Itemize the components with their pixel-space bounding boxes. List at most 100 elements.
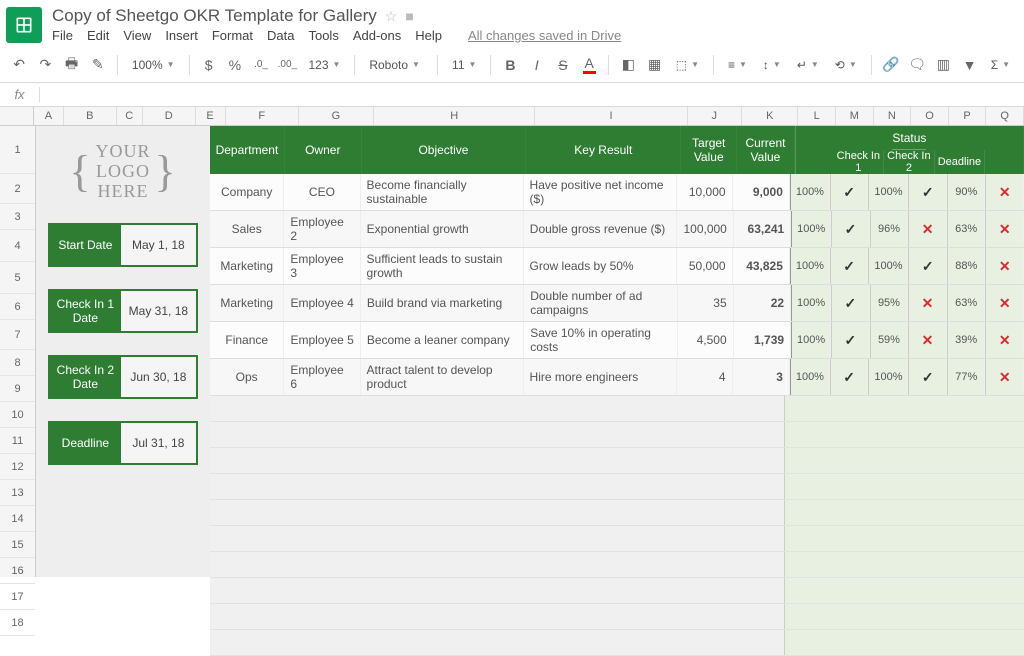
cell-current[interactable]: 3 bbox=[733, 359, 790, 395]
menu-data[interactable]: Data bbox=[267, 28, 294, 43]
cell-target[interactable]: 50,000 bbox=[677, 248, 732, 284]
redo-icon[interactable]: ↷ bbox=[34, 53, 56, 77]
col-header[interactable]: A bbox=[34, 107, 64, 125]
fill-color-icon[interactable]: ◧ bbox=[617, 53, 639, 77]
cell-current[interactable]: 22 bbox=[734, 285, 791, 321]
cell-deadline-pct[interactable]: 63% bbox=[947, 211, 986, 247]
cell-current[interactable]: 63,241 bbox=[734, 211, 791, 247]
v-align-combo[interactable]: ↕▼ bbox=[757, 58, 787, 72]
cell-deadline-pct[interactable]: 88% bbox=[947, 248, 986, 284]
bold-icon[interactable]: B bbox=[499, 53, 521, 77]
row-header[interactable]: 7 bbox=[0, 320, 35, 350]
empty-row[interactable] bbox=[210, 474, 1024, 500]
menu-file[interactable]: File bbox=[52, 28, 73, 43]
table-row[interactable]: SalesEmployee 2Exponential growthDouble … bbox=[210, 211, 1024, 248]
cell-check1-pct[interactable]: 100% bbox=[791, 211, 831, 247]
row-header[interactable]: 9 bbox=[0, 376, 35, 402]
menu-help[interactable]: Help bbox=[415, 28, 442, 43]
col-header[interactable]: C bbox=[117, 107, 143, 125]
cell-check2-status[interactable]: ✕ bbox=[908, 285, 947, 321]
row-header[interactable]: 17 bbox=[0, 584, 35, 610]
date-card-value[interactable]: Jul 31, 18 bbox=[121, 423, 196, 463]
cell-objective[interactable]: Become a leaner company bbox=[361, 322, 524, 358]
row-header[interactable]: 8 bbox=[0, 350, 35, 376]
row-header[interactable]: 13 bbox=[0, 480, 35, 506]
currency-icon[interactable]: $ bbox=[197, 53, 219, 77]
dec-increase-icon[interactable]: .00_ bbox=[276, 53, 298, 77]
cell-check2-status[interactable]: ✓ bbox=[908, 248, 947, 284]
cell-deadline-pct[interactable]: 39% bbox=[947, 322, 986, 358]
col-header[interactable]: O bbox=[911, 107, 949, 125]
col-header[interactable]: B bbox=[64, 107, 117, 125]
row-header[interactable]: 14 bbox=[0, 506, 35, 532]
cell-check1-pct[interactable]: 100% bbox=[791, 322, 831, 358]
cell-check1-status[interactable]: ✓ bbox=[830, 359, 869, 395]
cell-check2-status[interactable]: ✕ bbox=[908, 211, 947, 247]
menu-view[interactable]: View bbox=[123, 28, 151, 43]
sheets-app-icon[interactable] bbox=[6, 7, 42, 43]
cell-deadline-status[interactable]: ✕ bbox=[985, 359, 1024, 395]
cell-objective[interactable]: Sufficient leads to sustain growth bbox=[361, 248, 524, 284]
cell-current[interactable]: 9,000 bbox=[733, 174, 790, 210]
col-header[interactable]: P bbox=[949, 107, 987, 125]
col-header[interactable]: I bbox=[535, 107, 687, 125]
cell-key-result[interactable]: Grow leads by 50% bbox=[524, 248, 678, 284]
empty-row[interactable] bbox=[210, 500, 1024, 526]
empty-row[interactable] bbox=[210, 526, 1024, 552]
cell-owner[interactable]: Employee 2 bbox=[284, 211, 360, 247]
cell-deadline-pct[interactable]: 77% bbox=[947, 359, 986, 395]
row-header[interactable]: 11 bbox=[0, 428, 35, 454]
col-header[interactable]: L bbox=[798, 107, 836, 125]
cell-current[interactable]: 43,825 bbox=[733, 248, 790, 284]
row-header[interactable]: 1 bbox=[0, 126, 35, 174]
cell-objective[interactable]: Become financially sustainable bbox=[361, 174, 524, 210]
col-header[interactable]: Q bbox=[986, 107, 1024, 125]
row-header[interactable]: 10 bbox=[0, 402, 35, 428]
cell-check1-status[interactable]: ✓ bbox=[830, 174, 869, 210]
row-header[interactable]: 3 bbox=[0, 204, 35, 230]
cell-check1-status[interactable]: ✓ bbox=[831, 285, 870, 321]
merge-combo[interactable]: ⬚▼ bbox=[670, 58, 705, 72]
functions-combo[interactable]: Σ▼ bbox=[985, 58, 1016, 72]
cell-owner[interactable]: Employee 4 bbox=[284, 285, 360, 321]
col-header[interactable]: D bbox=[143, 107, 196, 125]
col-header[interactable]: E bbox=[196, 107, 226, 125]
col-header[interactable]: F bbox=[226, 107, 299, 125]
undo-icon[interactable]: ↶ bbox=[8, 53, 30, 77]
cell-check1-status[interactable]: ✓ bbox=[830, 248, 869, 284]
cell-deadline-status[interactable]: ✕ bbox=[985, 174, 1024, 210]
star-icon[interactable]: ☆ bbox=[385, 8, 398, 25]
font-size-combo[interactable]: 11▼ bbox=[446, 58, 482, 72]
cell-target[interactable]: 4 bbox=[677, 359, 732, 395]
cell-owner[interactable]: Employee 3 bbox=[284, 248, 360, 284]
date-card-value[interactable]: May 1, 18 bbox=[121, 225, 196, 265]
cell-check1-status[interactable]: ✓ bbox=[831, 211, 870, 247]
table-row[interactable]: OpsEmployee 6Attract talent to develop p… bbox=[210, 359, 1024, 396]
percent-icon[interactable]: % bbox=[224, 53, 246, 77]
empty-row[interactable] bbox=[210, 604, 1024, 630]
menu-tools[interactable]: Tools bbox=[308, 28, 338, 43]
row-header[interactable]: 16 bbox=[0, 558, 35, 584]
cell-key-result[interactable]: Double gross revenue ($) bbox=[524, 211, 678, 247]
cell-check2-status[interactable]: ✓ bbox=[908, 359, 947, 395]
cell-department[interactable]: Finance bbox=[210, 322, 284, 358]
col-header[interactable]: K bbox=[742, 107, 798, 125]
col-header[interactable]: H bbox=[374, 107, 535, 125]
cell-objective[interactable]: Build brand via marketing bbox=[361, 285, 524, 321]
cell-current[interactable]: 1,739 bbox=[734, 322, 791, 358]
table-row[interactable]: CompanyCEOBecome financially sustainable… bbox=[210, 174, 1024, 211]
row-header[interactable]: 15 bbox=[0, 532, 35, 558]
row-header[interactable]: 12 bbox=[0, 454, 35, 480]
cell-key-result[interactable]: Save 10% in operating costs bbox=[524, 322, 678, 358]
cell-department[interactable]: Marketing bbox=[210, 248, 284, 284]
cell-check2-pct[interactable]: 100% bbox=[868, 174, 908, 210]
cell-objective[interactable]: Exponential growth bbox=[361, 211, 524, 247]
cell-check2-status[interactable]: ✕ bbox=[908, 322, 947, 358]
cell-check1-pct[interactable]: 100% bbox=[790, 359, 830, 395]
cell-key-result[interactable]: Double number of ad campaigns bbox=[524, 285, 678, 321]
chart-icon[interactable]: ▥ bbox=[932, 53, 954, 77]
cell-owner[interactable]: Employee 5 bbox=[284, 322, 360, 358]
table-row[interactable]: MarketingEmployee 3Sufficient leads to s… bbox=[210, 248, 1024, 285]
dec-decrease-icon[interactable]: .0_ bbox=[250, 53, 272, 77]
cell-department[interactable]: Marketing bbox=[210, 285, 284, 321]
